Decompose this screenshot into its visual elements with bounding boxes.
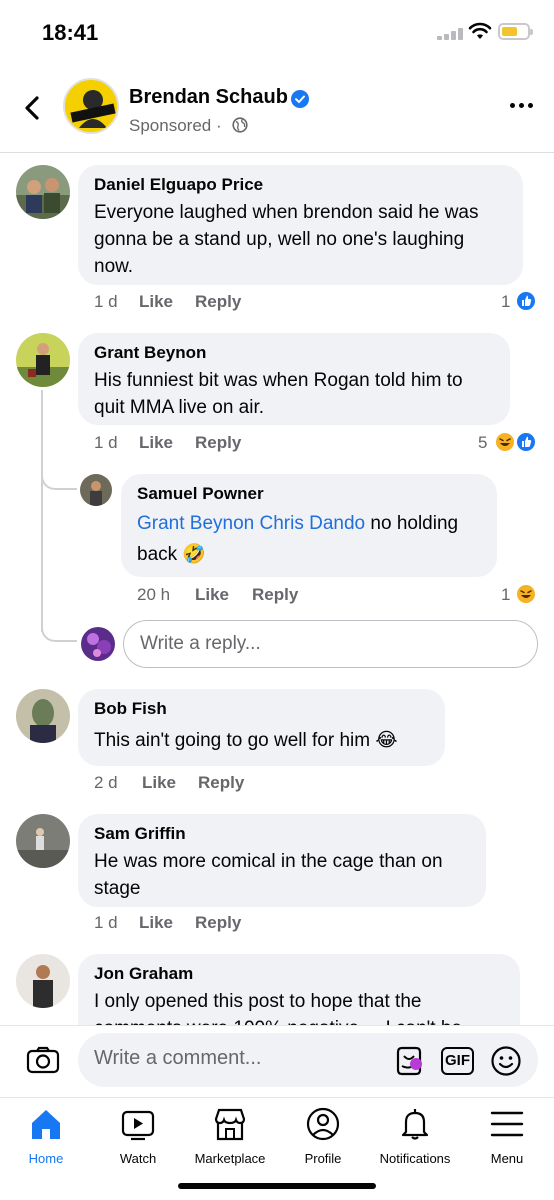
watch-icon [121, 1110, 155, 1141]
comment-line: This ain't going to go well for him 😂 [94, 730, 398, 751]
commenter-avatar[interactable] [16, 333, 70, 387]
comment-time: 1 d [94, 292, 118, 311]
comment-time: 2 d [94, 773, 118, 792]
comment-author[interactable]: Sam Griffin [94, 824, 470, 844]
comment-line: stage [94, 878, 141, 899]
like-button[interactable]: Like [139, 292, 173, 312]
tab-label: Profile [304, 1151, 342, 1166]
like-reaction-icon [515, 431, 537, 453]
comment-line: He was more comical in the cage than on [94, 851, 443, 872]
comment-line: now. [94, 256, 134, 277]
battery-icon [498, 23, 533, 40]
home-indicator [178, 1183, 376, 1189]
tab-label: Notifications [379, 1151, 451, 1166]
page-avatar[interactable] [63, 78, 119, 134]
reply-button[interactable]: Reply [252, 585, 298, 605]
menu-icon [490, 1111, 524, 1137]
commenter-avatar[interactable] [16, 814, 70, 868]
tab-notifications[interactable]: Notifications [369, 1105, 461, 1167]
tab-marketplace[interactable]: Marketplace [184, 1105, 276, 1167]
like-button[interactable]: Like [142, 773, 176, 793]
comment-bubble[interactable]: Bob Fish This ain't going to go well for… [78, 689, 445, 766]
commenter-avatar[interactable] [16, 954, 70, 1008]
commenter-avatar[interactable] [16, 689, 70, 743]
wifi-icon [468, 22, 492, 39]
more-options-icon[interactable] [510, 103, 534, 109]
home-icon [32, 1110, 60, 1139]
replier-avatar[interactable] [80, 474, 112, 506]
reply-input-placeholder: Write a reply... [140, 633, 261, 654]
like-button[interactable]: Like [139, 913, 173, 933]
tab-home[interactable]: Home [0, 1105, 92, 1167]
tab-menu[interactable]: Menu [461, 1105, 553, 1167]
marketplace-icon [214, 1108, 246, 1141]
thread-branch [41, 618, 77, 642]
comment-time: 1 d [94, 913, 118, 932]
camera-icon[interactable] [26, 1046, 60, 1074]
thread-line [41, 390, 43, 632]
haha-reaction-icon [515, 583, 537, 605]
comment-time: 1 d [94, 433, 118, 452]
reaction-count[interactable]: 1 [501, 585, 510, 605]
my-avatar[interactable] [81, 627, 115, 661]
haha-reaction-icon [494, 431, 516, 453]
reaction-count[interactable]: 1 [501, 292, 510, 312]
comment-author[interactable]: Bob Fish [94, 699, 429, 719]
tab-watch[interactable]: Watch [92, 1105, 184, 1167]
signal-icon [437, 28, 463, 40]
reply-text: no holding [365, 513, 459, 534]
tab-label: Home [28, 1151, 64, 1166]
status-time: 18:41 [42, 20, 99, 45]
reply-button[interactable]: Reply [195, 433, 241, 453]
tab-label: Watch [119, 1151, 157, 1166]
reply-bubble[interactable]: Samuel Powner Grant Beynon Chris Dando n… [121, 474, 497, 577]
reply-button[interactable]: Reply [195, 292, 241, 312]
thread-branch [41, 468, 77, 490]
bell-icon [401, 1109, 429, 1140]
reaction-count[interactable]: 5 [478, 433, 487, 453]
page-logo-image [65, 80, 117, 132]
reply-time: 20 h [137, 585, 171, 604]
comment-author[interactable]: Daniel Elguapo Price [94, 175, 507, 195]
avatar-sticker-icon[interactable] [392, 1044, 426, 1078]
reply-author[interactable]: Samuel Powner [137, 484, 481, 504]
comment-input-placeholder: Write a comment... [94, 1047, 262, 1069]
tab-profile[interactable]: Profile [277, 1105, 369, 1167]
globe-icon [232, 117, 248, 133]
verified-badge-icon [291, 90, 309, 108]
back-arrow-icon[interactable] [22, 96, 42, 120]
reply-text: back 🤣 [137, 544, 207, 565]
comment-line: I only opened this post to hope that the [94, 991, 422, 1012]
reply-input[interactable]: Write a reply... [123, 620, 538, 668]
emoji-icon[interactable] [490, 1045, 522, 1077]
reply-button[interactable]: Reply [198, 773, 244, 793]
like-reaction-icon [515, 290, 537, 312]
gif-button[interactable]: GIF [441, 1047, 474, 1075]
header-divider [0, 152, 554, 153]
commenter-avatar[interactable] [16, 165, 70, 219]
comment-line: gonna be a stand up, well no one's laugh… [94, 229, 465, 250]
tab-label: Marketplace [194, 1151, 266, 1166]
profile-icon [306, 1107, 340, 1141]
comment-author[interactable]: Jon Graham [94, 964, 504, 984]
comment-line: His funniest bit was when Rogan told him… [94, 370, 463, 391]
like-button[interactable]: Like [195, 585, 229, 605]
comment-line: quit MMA live on air. [94, 397, 265, 418]
comment-bubble[interactable]: Daniel Elguapo Price Everyone laughed wh… [78, 165, 523, 285]
page-name[interactable]: Brendan Schaub [129, 86, 288, 109]
comment-line: Everyone laughed when brendon said he wa… [94, 202, 479, 223]
like-button[interactable]: Like [139, 433, 173, 453]
comment-bubble[interactable]: Sam Griffin He was more comical in the c… [78, 814, 486, 907]
reply-button[interactable]: Reply [195, 913, 241, 933]
sponsored-label: Sponsored · [129, 116, 222, 135]
mention-link[interactable]: Grant Beynon Chris Dando [137, 513, 365, 534]
comment-author[interactable]: Grant Beynon [94, 343, 494, 363]
comment-bubble[interactable]: Grant Beynon His funniest bit was when R… [78, 333, 510, 425]
tab-label: Menu [490, 1151, 524, 1166]
